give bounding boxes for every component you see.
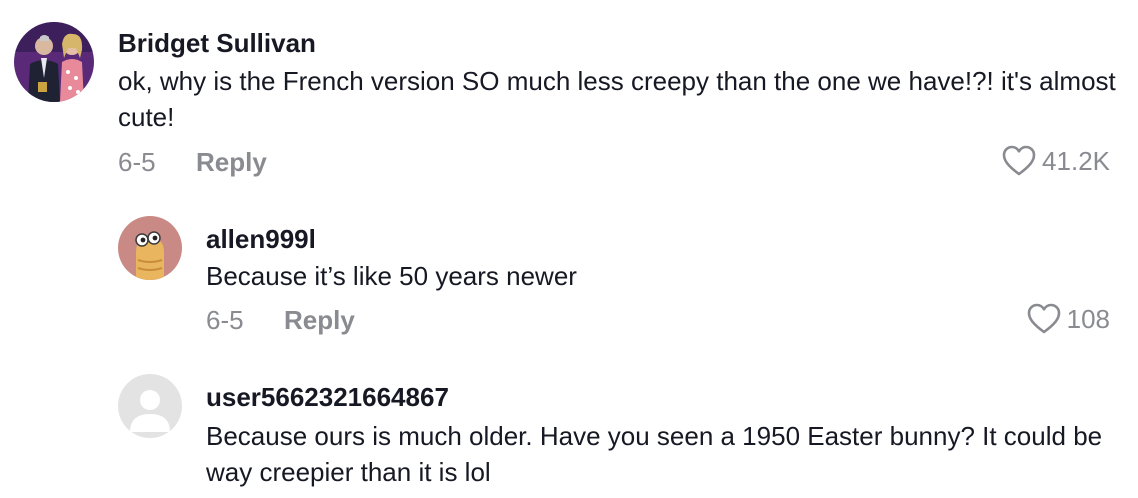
comment-username[interactable]: Bridget Sullivan (118, 28, 316, 59)
comment-text: ok, why is the French version SO much le… (118, 66, 1116, 132)
avatar[interactable] (14, 22, 94, 102)
like-count: 108 (1066, 303, 1110, 334)
comment-date: 6-5 (118, 147, 156, 177)
reply-button[interactable]: Reply (284, 305, 355, 336)
avatar[interactable] (118, 374, 182, 438)
avatar[interactable] (118, 216, 182, 280)
cartoon-avatar-icon (118, 216, 182, 280)
like-count: 41.2K (1042, 145, 1110, 176)
like-button[interactable]: 41.2K (1002, 145, 1110, 177)
comment-date: 6-5 (206, 305, 244, 335)
comment-username[interactable]: allen999l (206, 224, 316, 255)
comment-text: Because it’s like 50 years newer (206, 261, 577, 291)
like-button[interactable]: 108 (1027, 303, 1110, 335)
default-user-avatar-icon (118, 374, 182, 438)
comment-text: Because ours is much older. Have you see… (206, 421, 1103, 487)
heart-icon (1002, 145, 1036, 176)
reply-button[interactable]: Reply (196, 147, 267, 178)
heart-icon (1027, 303, 1060, 334)
comment-username[interactable]: user5662321664867 (206, 382, 449, 413)
user-photo-avatar-icon (14, 22, 94, 102)
